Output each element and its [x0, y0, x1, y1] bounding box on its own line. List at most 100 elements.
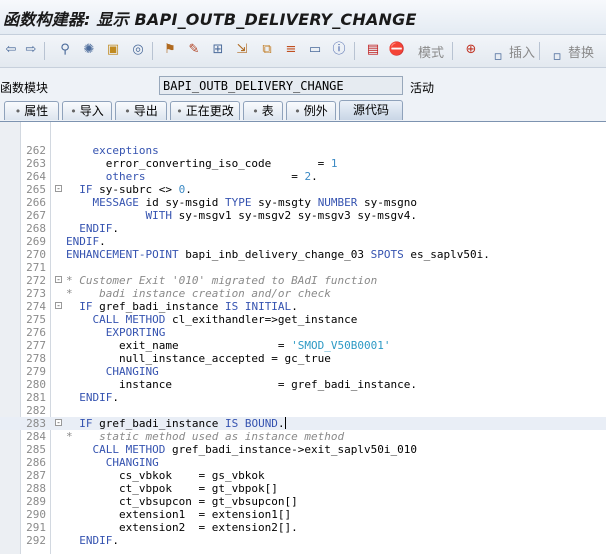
code-line[interactable]: 273 * badi instance creation and/or check — [0, 287, 606, 300]
line-number: 283 — [26, 417, 46, 430]
code-line[interactable]: 268 ENDIF. — [0, 222, 606, 235]
insert-label: 插入 — [509, 46, 536, 61]
fold-toggle-icon[interactable]: - — [55, 276, 62, 284]
application-toolbar: ⇦ ⇨ ⚲ ✺ ▣ ◎ ⚑ ✎ ⊞ ⇲ ⧉ ≡ ▭ ⓘ ▤ ⛔ 模式 ⊕ ▫ 插入… — [0, 35, 606, 68]
line-number: 275 — [26, 313, 46, 326]
code-line[interactable]: 263 error_converting_iso_code = 1 — [0, 157, 606, 170]
active-inactive-icon[interactable]: ✺ — [80, 41, 98, 59]
tab-import[interactable]: • 导入 — [62, 101, 112, 120]
code-text: CHANGING — [66, 365, 159, 378]
line-number: 273 — [26, 287, 46, 300]
function-module-row: 函数模块 BAPI_OUTB_DELIVERY_CHANGE 活动 — [0, 68, 606, 102]
tab-export[interactable]: • 导出 — [115, 101, 167, 120]
where-used-icon[interactable]: ⚑ — [161, 41, 179, 59]
tab-tables[interactable]: • 表 — [243, 101, 283, 120]
tab-source-code[interactable]: 源代码 — [339, 100, 403, 120]
pretty-printer-icon[interactable]: ▭ — [306, 41, 324, 59]
code-text: * badi instance creation and/or check — [66, 287, 331, 300]
code-line[interactable]: 265 - IF sy-subrc <> 0. — [0, 183, 606, 196]
fold-toggle-icon[interactable]: - — [55, 302, 62, 310]
replace-label: 替换 — [568, 46, 595, 61]
activate-icon[interactable]: ◎ — [129, 41, 147, 59]
code-text: exceptions — [66, 144, 159, 157]
code-line[interactable]: 271 — [0, 261, 606, 274]
forward-arrow-icon[interactable]: ⇨ — [22, 41, 40, 59]
code-editor[interactable]: 262 exceptions 263 error_converting_iso_c… — [0, 122, 606, 554]
code-line[interactable]: 286 CHANGING — [0, 456, 606, 469]
code-text: CALL METHOD gref_badi_instance->exit_sap… — [66, 443, 418, 456]
hierarchy-icon[interactable]: ⧉ — [258, 41, 276, 59]
line-number: 263 — [26, 157, 46, 170]
line-number: 287 — [26, 469, 46, 482]
code-text: null_instance_accepted = gc_true — [66, 352, 331, 365]
mode-button[interactable]: 模式 — [418, 42, 444, 61]
code-text: extension2 = extension2[]. — [66, 521, 298, 534]
code-line[interactable]: 277 exit_name = 'SMOD_V50B0001' — [0, 339, 606, 352]
text-cursor — [284, 417, 286, 429]
code-line[interactable]: 281 ENDIF. — [0, 391, 606, 404]
code-text: ENDIF. — [66, 222, 119, 235]
code-line[interactable]: 282 — [0, 404, 606, 417]
code-line[interactable]: 266 MESSAGE id sy-msgid TYPE sy-msgty NU… — [0, 196, 606, 209]
code-line[interactable]: 285 CALL METHOD gref_badi_instance->exit… — [0, 443, 606, 456]
code-text: error_converting_iso_code = 1 — [66, 157, 338, 170]
code-line[interactable]: 270 ENHANCEMENT-POINT bapi_inb_delivery_c… — [0, 248, 606, 261]
line-number: 276 — [26, 326, 46, 339]
code-line[interactable]: 278 null_instance_accepted = gc_true — [0, 352, 606, 365]
back-arrow-icon[interactable]: ⇦ — [2, 41, 20, 59]
pattern-icon[interactable]: ≡ — [282, 41, 300, 59]
code-line[interactable]: 283 - IF gref_badi_instance IS BOUND. — [0, 417, 606, 430]
code-line[interactable]: 275 CALL METHOD cl_exithandler=>get_inst… — [0, 313, 606, 326]
code-line[interactable]: 280 instance = gref_badi_instance. — [0, 378, 606, 391]
display-object-list-icon[interactable]: ⇲ — [233, 41, 251, 59]
line-number: 292 — [26, 534, 46, 547]
check-icon[interactable]: ▣ — [104, 41, 122, 59]
code-line[interactable]: 292 ENDIF. — [0, 534, 606, 547]
code-line[interactable]: 279 CHANGING — [0, 365, 606, 378]
code-text: IF sy-subrc <> 0. — [66, 183, 192, 196]
line-number: 272 — [26, 274, 46, 287]
breakpoint-icon[interactable]: ▤ — [364, 41, 382, 59]
code-text: others = 2. — [66, 170, 318, 183]
code-text: CHANGING — [66, 456, 159, 469]
line-number: 271 — [26, 261, 46, 274]
code-line[interactable]: 269 ENDIF. — [0, 235, 606, 248]
code-line[interactable]: 264 others = 2. — [0, 170, 606, 183]
code-line[interactable]: 289 ct_vbsupcon = gt_vbsupcon[] — [0, 495, 606, 508]
fold-toggle-icon[interactable]: - — [55, 419, 62, 427]
code-line[interactable]: 272 - * Customer Exit '010' migrated to BA… — [0, 274, 606, 287]
display-change-icon[interactable]: ⚲ — [56, 41, 74, 59]
stop-icon[interactable]: ⛔ — [388, 41, 406, 59]
tab-attributes[interactable]: • 属性 — [4, 101, 59, 120]
code-line[interactable]: 288 ct_vbpok = gt_vbpok[] — [0, 482, 606, 495]
line-number: 291 — [26, 521, 46, 534]
title-bar: 函数构建器: 显示 BAPI_OUTB_DELIVERY_CHANGE — [0, 0, 606, 35]
code-line[interactable]: 262 exceptions — [0, 144, 606, 157]
fold-toggle-icon[interactable]: - — [55, 185, 62, 193]
replace-icon: ▫ — [552, 49, 562, 64]
code-line[interactable]: 284 * static method used as instance meth… — [0, 430, 606, 443]
tab-exceptions[interactable]: • 例外 — [286, 101, 336, 120]
code-line[interactable]: 287 cs_vbkok = gs_vbkok — [0, 469, 606, 482]
insert-button[interactable]: ▫ 插入 — [489, 42, 535, 66]
navigation-window-icon[interactable]: ⊞ — [209, 41, 227, 59]
info-icon[interactable]: ⓘ — [330, 41, 348, 59]
tab-changing[interactable]: • 正在更改 — [170, 101, 240, 120]
line-number: 266 — [26, 196, 46, 209]
line-number: 269 — [26, 235, 46, 248]
enhance-icon[interactable]: ⊕ — [462, 41, 480, 59]
code-line[interactable]: 291 extension2 = extension2[]. — [0, 521, 606, 534]
function-module-field[interactable]: BAPI_OUTB_DELIVERY_CHANGE — [159, 76, 403, 95]
line-number: 277 — [26, 339, 46, 352]
code-text: extension1 = extension1[] — [66, 508, 292, 521]
code-line[interactable]: 276 EXPORTING — [0, 326, 606, 339]
line-number: 280 — [26, 378, 46, 391]
object-list-icon[interactable]: ✎ — [185, 41, 203, 59]
toolbar-separator — [152, 42, 153, 60]
code-line[interactable]: 267 WITH sy-msgv1 sy-msgv2 sy-msgv3 sy-m… — [0, 209, 606, 222]
line-number: 282 — [26, 404, 46, 417]
code-line[interactable]: 290 extension1 = extension1[] — [0, 508, 606, 521]
code-line[interactable]: 274 - IF gref_badi_instance IS INITIAL. — [0, 300, 606, 313]
toolbar-separator — [354, 42, 355, 60]
replace-button[interactable]: ▫ 替换 — [548, 42, 594, 66]
